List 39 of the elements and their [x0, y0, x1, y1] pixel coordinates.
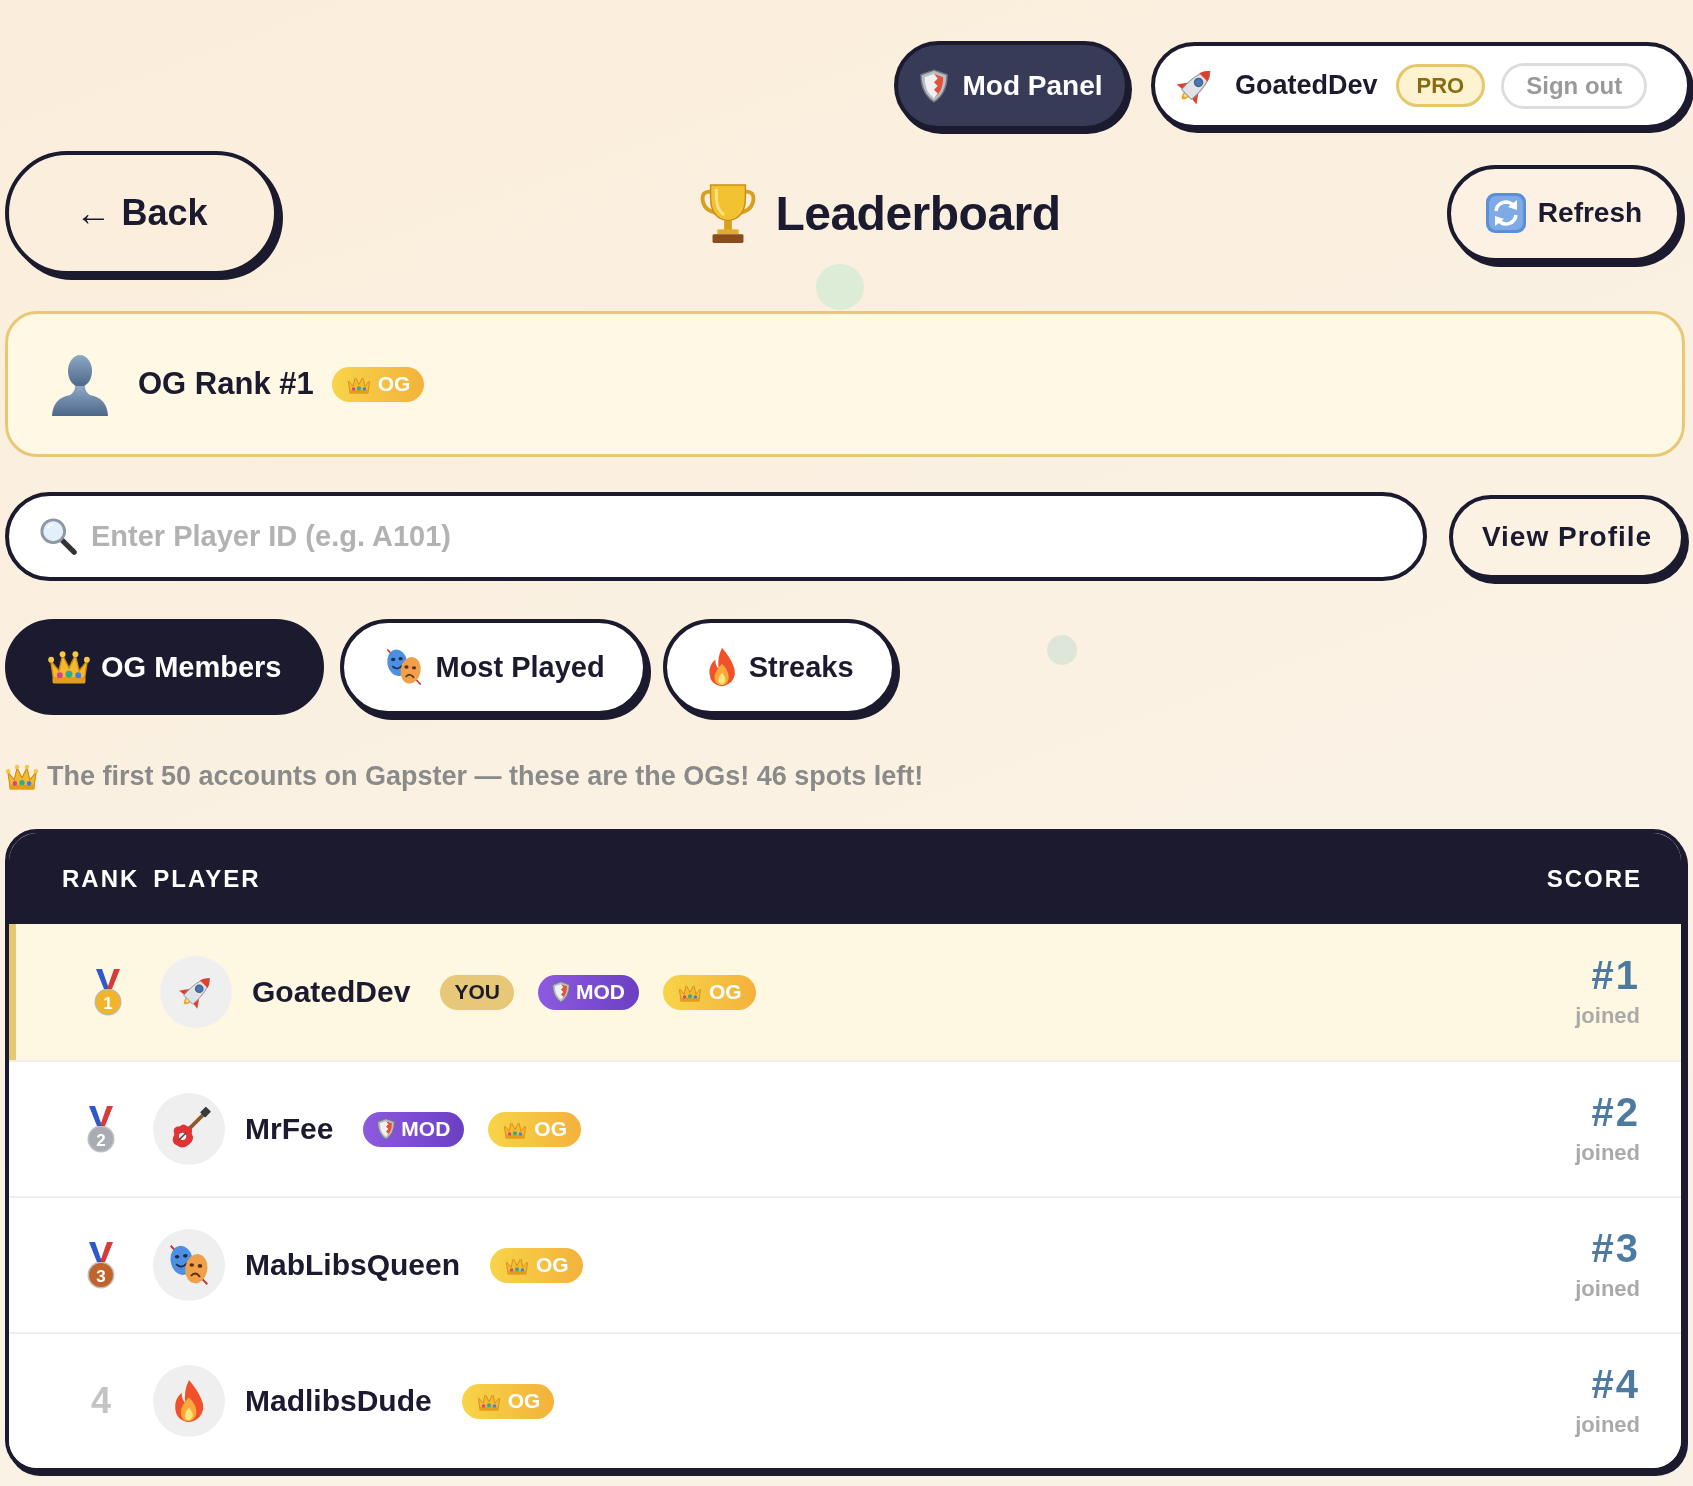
column-header: SCORE [1546, 864, 1642, 893]
search-icon [39, 517, 77, 555]
og-rank-label: OG Rank #1 [138, 366, 314, 402]
player-name: MabLibsQueen [245, 1248, 461, 1282]
badge-label: OG [534, 1117, 568, 1141]
plan-badge: PRO [1395, 64, 1486, 107]
player-name: MrFee [245, 1112, 334, 1146]
trophy-icon [699, 182, 758, 244]
shield-icon [551, 981, 570, 1003]
rank-number: 4 [91, 1380, 111, 1422]
background-bubble [1047, 635, 1077, 665]
badge-label: OG [708, 980, 742, 1004]
search-field[interactable]: Enter Player ID (e.g. A101) [5, 492, 1427, 581]
shield-icon [377, 1118, 396, 1140]
score-value: #3 [1591, 1228, 1640, 1268]
you-badge: YOU [440, 974, 514, 1010]
column-header: RANK [62, 864, 140, 893]
score-note: joined [1575, 1140, 1640, 1166]
refresh-icon [1485, 193, 1526, 233]
tab[interactable]: OG Members [5, 619, 324, 715]
badge-label: OG [507, 1389, 541, 1413]
score-note: joined [1575, 1412, 1640, 1438]
badge-label: OG [377, 372, 411, 396]
player-name: GoatedDev [252, 975, 411, 1009]
shield-icon [920, 68, 949, 103]
badge-label: MOD [575, 980, 625, 1004]
score-value: #2 [1591, 1092, 1640, 1132]
info-text: The first 50 accounts on Gapster — these are the OGs! 46 spots left! [47, 761, 924, 792]
username: GoatedDev [1235, 70, 1378, 101]
score-note: joined [1575, 1003, 1640, 1029]
background-bubble [816, 264, 864, 310]
score-note: joined [1575, 1276, 1640, 1302]
score-value: #4 [1591, 1364, 1640, 1404]
badge-label: MOD [401, 1117, 451, 1141]
page-title: Leaderboard [775, 185, 1061, 241]
column-header: PLAYER [153, 864, 261, 893]
badge-label: OG [536, 1253, 569, 1277]
score-value: #1 [1591, 955, 1640, 995]
player-name: MadlibsDude [245, 1384, 432, 1418]
